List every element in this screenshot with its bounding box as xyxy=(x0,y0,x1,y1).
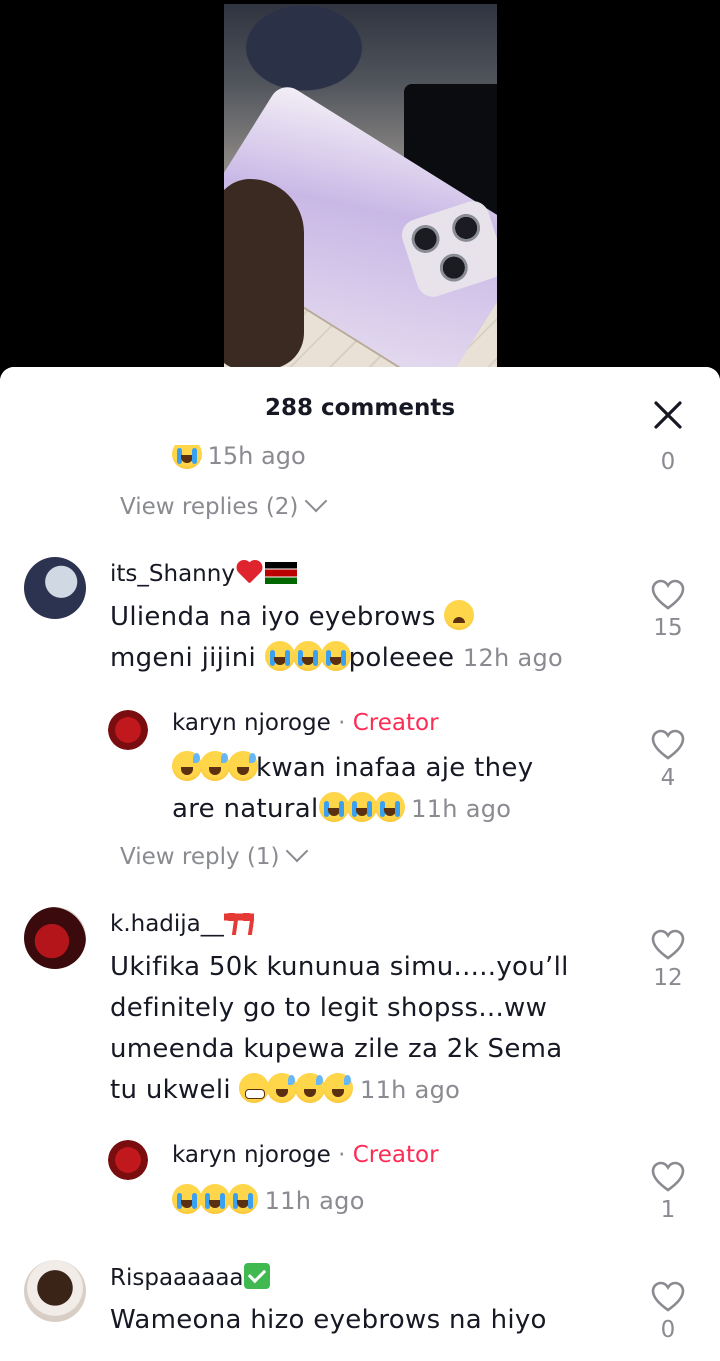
comment-username[interactable]: Rispaaaaaa xyxy=(110,1263,270,1291)
comment-timestamp: 11h ago xyxy=(264,1187,365,1215)
like-button[interactable]: 15 xyxy=(638,577,698,641)
comment-text: Ukifika 50k kununua simu.....you’ll defi… xyxy=(110,947,569,1111)
like-button[interactable]: 4 xyxy=(638,727,698,791)
reply-username[interactable]: karyn njoroge · Creator xyxy=(172,710,439,736)
comment-timestamp: 15h ago xyxy=(207,442,306,470)
loudly-crying-emoji-icon xyxy=(228,1184,258,1214)
view-replies-button[interactable]: View replies (2) xyxy=(120,489,328,520)
heart-outline-icon xyxy=(651,1161,685,1192)
like-count: 12 xyxy=(653,965,683,991)
view-reply-button[interactable]: View reply (1) xyxy=(120,839,309,870)
comment-text-line: Ulienda na iyo eyebrows xyxy=(110,602,436,632)
comment-text-line: definitely go to legit shopss...ww xyxy=(110,993,548,1023)
loudly-crying-emoji-icon xyxy=(320,641,351,671)
kenya-flag-emoji-icon xyxy=(264,562,297,584)
heart-outline-icon xyxy=(651,929,685,960)
avatar[interactable] xyxy=(24,907,86,969)
comments-list[interactable]: 15h ago 0 View replies (2) its_Shanny Ul… xyxy=(0,427,720,1361)
comment-username[interactable]: k.hadija__ xyxy=(110,909,254,937)
reply-text: kwan inafaa aje they are natural 11h ago xyxy=(172,748,533,830)
comment-text-line: poleeee xyxy=(348,643,455,673)
avatar[interactable] xyxy=(24,1260,86,1322)
comment-text: Ulienda na iyo eyebrows mgeni jijini pol… xyxy=(110,597,563,679)
close-button[interactable] xyxy=(650,397,686,433)
comment-text-line: tu ukweli xyxy=(110,1075,231,1105)
sweat-smile-emoji-icon xyxy=(267,1073,298,1103)
avatar[interactable] xyxy=(108,710,148,750)
close-icon xyxy=(654,401,682,429)
comment-timestamp: 11h ago xyxy=(360,1076,461,1104)
like-button[interactable]: 0 xyxy=(638,1279,698,1343)
video-frame xyxy=(224,4,497,367)
comment-text-line: Wameona hizo eyebrows na hiyo xyxy=(110,1305,547,1335)
loudly-crying-emoji-icon xyxy=(172,1184,202,1214)
red-heart-emoji-icon xyxy=(235,559,263,585)
comment-text-line: are natural xyxy=(172,794,319,824)
grinning-emoji-icon xyxy=(239,1073,270,1103)
comment-text-line: umeenda kupewa zile za 2k Sema xyxy=(110,1034,563,1064)
creator-badge: Creator xyxy=(352,1142,439,1168)
loudly-crying-emoji-icon xyxy=(200,1184,230,1214)
loudly-crying-emoji-icon xyxy=(346,792,377,822)
reply-text: 11h ago xyxy=(172,1181,365,1222)
like-count: 4 xyxy=(660,765,676,791)
sweat-smile-emoji-icon xyxy=(172,751,202,781)
like-button[interactable]: 1 xyxy=(638,1159,698,1223)
sweat-smile-emoji-icon xyxy=(228,751,258,781)
sweat-smile-emoji-icon xyxy=(295,1073,326,1103)
username-text: Rispaaaaaa xyxy=(110,1265,244,1291)
like-area: 0 xyxy=(638,447,698,475)
comment-text-line: mgeni jijini xyxy=(110,643,256,673)
chevron-down-icon xyxy=(305,489,328,513)
video-player[interactable] xyxy=(0,0,720,380)
like-count: 0 xyxy=(660,1317,676,1343)
tired-face-emoji-icon xyxy=(444,600,475,630)
loudly-crying-emoji-icon xyxy=(318,792,349,822)
heart-outline-icon xyxy=(651,1281,685,1312)
like-count: 1 xyxy=(660,1197,676,1223)
like-count: 15 xyxy=(653,615,683,641)
comment-text-line: Ukifika 50k kununua simu.....you’ll xyxy=(110,952,569,982)
comment-text: Wameona hizo eyebrows na hiyo xyxy=(110,1300,547,1341)
avatar[interactable] xyxy=(24,557,86,619)
ribbon-emoji-icon xyxy=(223,909,254,935)
heart-outline-icon xyxy=(651,729,685,760)
username-text: karyn njoroge xyxy=(172,1142,331,1168)
comment-timestamp: 12h ago xyxy=(462,644,563,672)
view-replies-label: View replies (2) xyxy=(120,494,299,520)
separator: · xyxy=(330,1142,353,1168)
loudly-crying-emoji-icon xyxy=(264,641,295,671)
comments-count-title: 288 comments xyxy=(264,395,456,421)
reply-username[interactable]: karyn njoroge · Creator xyxy=(172,1142,439,1168)
separator: · xyxy=(330,710,353,736)
heart-outline-icon xyxy=(651,579,685,610)
username-text: its_Shanny xyxy=(110,561,235,587)
chevron-down-icon xyxy=(286,839,309,863)
loudly-crying-emoji-icon xyxy=(292,641,323,671)
check-mark-emoji-icon xyxy=(243,1263,270,1289)
comment-text-line: kwan inafaa aje they xyxy=(256,753,534,783)
comments-sheet: 288 comments 15h ago 0 View replies (2) … xyxy=(0,367,720,1361)
comments-header: 288 comments xyxy=(0,367,720,445)
sweat-smile-emoji-icon xyxy=(323,1073,354,1103)
comment-username[interactable]: its_Shanny xyxy=(110,559,297,587)
sweat-smile-emoji-icon xyxy=(200,751,230,781)
comment-timestamp: 11h ago xyxy=(411,795,512,823)
like-button[interactable]: 12 xyxy=(638,927,698,991)
username-text: karyn njoroge xyxy=(172,710,331,736)
like-count: 0 xyxy=(660,449,676,475)
creator-badge: Creator xyxy=(352,710,439,736)
username-text: k.hadija__ xyxy=(110,911,224,937)
view-replies-label: View reply (1) xyxy=(120,844,280,870)
loudly-crying-emoji-icon xyxy=(374,792,405,822)
avatar[interactable] xyxy=(108,1140,148,1180)
